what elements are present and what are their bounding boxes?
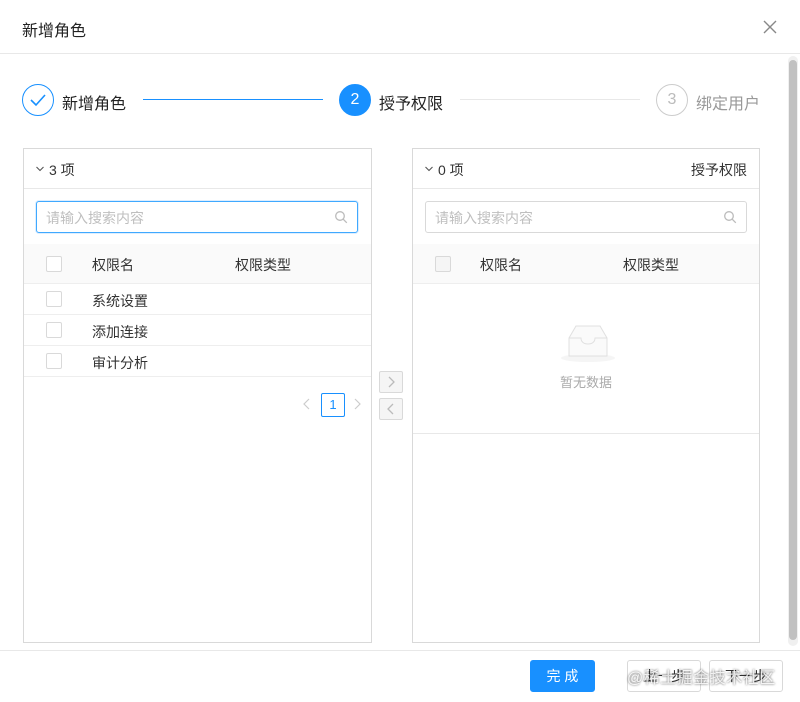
permission-name: 系统设置: [92, 293, 148, 309]
column-permission-type: 权限类型: [623, 257, 679, 273]
table-header: 权限名 权限类型: [24, 244, 371, 284]
permission-name: 添加连接: [92, 324, 148, 340]
add-role-modal: 新增角色 新增角色 2 授予权限 3 绑定用户 3 项 请输入搜索内容 权限名 …: [0, 0, 800, 702]
permission-name: 审计分析: [92, 355, 148, 371]
select-all-checkbox[interactable]: [46, 256, 62, 272]
modal-header: 新增角色: [0, 0, 800, 54]
column-permission-name: 权限名: [92, 257, 134, 273]
select-all-checkbox[interactable]: [435, 256, 451, 272]
empty-inbox-icon: [561, 325, 615, 362]
search-icon: [335, 211, 348, 224]
scrollbar[interactable]: [788, 56, 798, 646]
watermark: @稀土掘金技术社区: [627, 670, 776, 687]
table-header: 权限名 权限类型: [413, 244, 759, 284]
panel-header: 0 项 授予权限: [413, 149, 759, 189]
chevron-down-icon: [36, 166, 44, 172]
target-count[interactable]: 0 项: [425, 160, 464, 180]
empty-state: 暂无数据: [413, 284, 759, 434]
transfer-target-panel: 0 项 授予权限 权限名 权限类型 暂无数据: [412, 148, 760, 643]
row-checkbox[interactable]: [46, 291, 62, 307]
finish-button[interactable]: 完 成: [530, 660, 595, 692]
chevron-left-icon: [387, 403, 394, 415]
chevron-right-icon: [388, 376, 395, 388]
move-right-button[interactable]: [379, 371, 403, 393]
step-number: 3: [656, 84, 688, 116]
source-search-input[interactable]: [46, 208, 316, 228]
step-label: 绑定用户: [696, 96, 761, 113]
modal-title: 新增角色: [22, 23, 87, 40]
count-text: 3 项: [49, 162, 75, 178]
row-checkbox[interactable]: [46, 322, 62, 338]
target-search-input[interactable]: [435, 208, 705, 228]
column-permission-type: 权限类型: [235, 257, 291, 273]
step-label: 授予权限: [379, 96, 444, 113]
close-icon[interactable]: [761, 18, 779, 36]
source-count[interactable]: 3 项: [36, 160, 75, 180]
table-row[interactable]: 系统设置: [24, 284, 371, 315]
transfer-source-panel: 3 项 权限名 权限类型 系统设置 添加连接 审计分析 1: [23, 148, 372, 643]
check-icon: [22, 84, 54, 116]
table-row[interactable]: 添加连接: [24, 315, 371, 346]
source-search-box[interactable]: [36, 201, 358, 233]
empty-text: 暂无数据: [559, 375, 612, 390]
step-number: 2: [339, 84, 371, 116]
target-search-box[interactable]: [425, 201, 747, 233]
page-number[interactable]: 1: [321, 393, 345, 417]
target-panel-title: 授予权限: [691, 162, 747, 178]
search-icon: [724, 211, 737, 224]
count-text: 0 项: [438, 162, 464, 178]
step-connector: [460, 99, 640, 100]
chevron-right-icon[interactable]: [351, 397, 363, 411]
step-label: 新增角色: [62, 96, 127, 113]
row-checkbox[interactable]: [46, 353, 62, 369]
scrollbar-thumb[interactable]: [789, 60, 797, 640]
chevron-down-icon: [425, 166, 433, 172]
table-row[interactable]: 审计分析: [24, 346, 371, 377]
chevron-left-icon[interactable]: [301, 397, 313, 411]
move-left-button[interactable]: [379, 398, 403, 420]
panel-header: 3 项: [24, 149, 371, 189]
column-permission-name: 权限名: [480, 257, 522, 273]
step-connector: [143, 99, 323, 100]
